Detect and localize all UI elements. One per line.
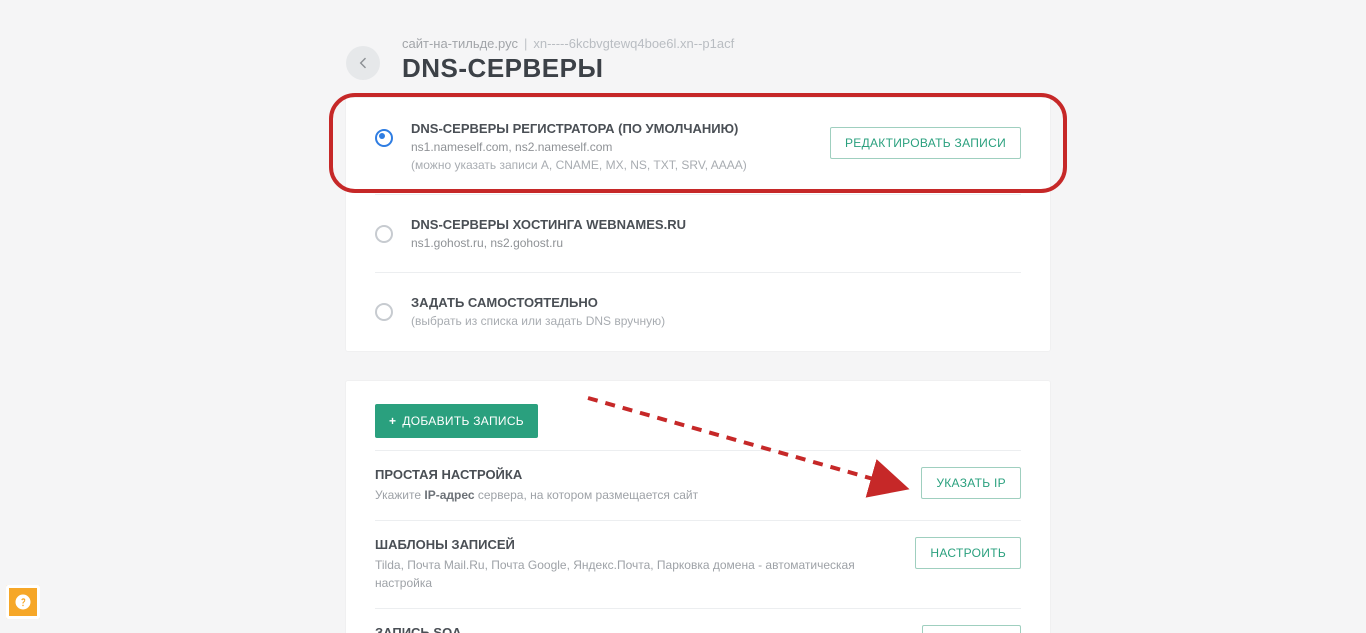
dns-option-body: ЗАДАТЬ САМОСТОЯТЕЛЬНО (выбрать из списка… bbox=[411, 295, 1021, 328]
records-list: ПРОСТАЯ НАСТРОЙКА Укажите IP-адрес серве… bbox=[375, 450, 1021, 633]
record-soa: ЗАПИСЬ SOA Обновить файл зоны без измене… bbox=[375, 608, 1021, 633]
text: сервера, на котором размещается сайт bbox=[475, 488, 699, 502]
domain-display: сайт-на-тильде.рус bbox=[402, 36, 518, 51]
record-body: ШАБЛОНЫ ЗАПИСЕЙ Tilda, Почта Mail.Ru, По… bbox=[375, 537, 897, 592]
dns-option-servers: ns1.nameself.com, ns2.nameself.com bbox=[411, 140, 812, 154]
dns-option-title: DNS-СЕРВЕРЫ РЕГИСТРАТОРА (ПО УМОЛЧАНИЮ) bbox=[411, 121, 812, 136]
radio-custom[interactable] bbox=[375, 303, 393, 321]
record-simple-setup: ПРОСТАЯ НАСТРОЙКА Укажите IP-адрес серве… bbox=[375, 450, 1021, 520]
configure-templates-button[interactable]: НАСТРОИТЬ bbox=[915, 537, 1021, 569]
record-body: ПРОСТАЯ НАСТРОЙКА Укажите IP-адрес серве… bbox=[375, 467, 903, 504]
dns-option-custom[interactable]: ЗАДАТЬ САМОСТОЯТЕЛЬНО (выбрать из списка… bbox=[375, 273, 1021, 350]
add-record-label: ДОБАВИТЬ ЗАПИСЬ bbox=[402, 414, 524, 428]
dns-option-servers: ns1.gohost.ru, ns2.gohost.ru bbox=[411, 236, 1021, 250]
back-button[interactable] bbox=[346, 46, 380, 80]
update-soa-button[interactable]: ОБНОВИТЬ bbox=[922, 625, 1021, 633]
record-title: ПРОСТАЯ НАСТРОЙКА bbox=[375, 467, 903, 482]
dns-servers-card: DNS-СЕРВЕРЫ РЕГИСТРАТОРА (ПО УМОЛЧАНИЮ) … bbox=[346, 98, 1050, 351]
dns-option-registrar[interactable]: DNS-СЕРВЕРЫ РЕГИСТРАТОРА (ПО УМОЛЧАНИЮ) … bbox=[375, 99, 1021, 195]
plus-icon: + bbox=[389, 414, 396, 428]
text: Укажите bbox=[375, 488, 424, 502]
help-widget-button[interactable] bbox=[6, 585, 40, 619]
dns-option-body: DNS-СЕРВЕРЫ РЕГИСТРАТОРА (ПО УМОЛЧАНИЮ) … bbox=[411, 121, 812, 172]
record-title: ЗАПИСЬ SOA bbox=[375, 625, 904, 633]
title-block: сайт-на-тильде.рус|xn-----6kcbvgtewq4boe… bbox=[402, 36, 1050, 84]
set-ip-button[interactable]: УКАЗАТЬ IP bbox=[921, 467, 1021, 499]
record-title: ШАБЛОНЫ ЗАПИСЕЙ bbox=[375, 537, 897, 552]
dns-option-hint: (можно указать записи A, CNAME, MX, NS, … bbox=[411, 158, 812, 172]
record-body: ЗАПИСЬ SOA Обновить файл зоны без измене… bbox=[375, 625, 904, 633]
dns-option-title: ЗАДАТЬ САМОСТОЯТЕЛЬНО bbox=[411, 295, 1021, 310]
main-content: сайт-на-тильде.рус|xn-----6kcbvgtewq4boe… bbox=[346, 36, 1050, 633]
page-header: сайт-на-тильде.рус|xn-----6kcbvgtewq4boe… bbox=[346, 36, 1050, 84]
edit-records-button[interactable]: РЕДАКТИРОВАТЬ ЗАПИСИ bbox=[830, 127, 1021, 159]
record-templates: ШАБЛОНЫ ЗАПИСЕЙ Tilda, Почта Mail.Ru, По… bbox=[375, 520, 1021, 608]
radio-hosting[interactable] bbox=[375, 225, 393, 243]
record-desc: Укажите IP-адрес сервера, на котором раз… bbox=[375, 486, 903, 504]
page-root: сайт-на-тильде.рус|xn-----6kcbvgtewq4boe… bbox=[0, 0, 1366, 633]
dns-option-hint: (выбрать из списка или задать DNS вручну… bbox=[411, 314, 1021, 328]
domain-punycode: xn-----6kcbvgtewq4boe6l.xn--p1acf bbox=[533, 36, 734, 51]
dns-option-hosting[interactable]: DNS-СЕРВЕРЫ ХОСТИНГА WEBNAMES.RU ns1.goh… bbox=[375, 195, 1021, 273]
text-bold: IP-адрес bbox=[424, 488, 474, 502]
domain-line: сайт-на-тильде.рус|xn-----6kcbvgtewq4boe… bbox=[402, 36, 1050, 51]
separator: | bbox=[518, 36, 533, 51]
page-title: DNS-СЕРВЕРЫ bbox=[402, 53, 1050, 84]
dns-option-title: DNS-СЕРВЕРЫ ХОСТИНГА WEBNAMES.RU bbox=[411, 217, 1021, 232]
radio-registrar[interactable] bbox=[375, 129, 393, 147]
help-icon bbox=[14, 593, 32, 611]
dns-option-body: DNS-СЕРВЕРЫ ХОСТИНГА WEBNAMES.RU ns1.goh… bbox=[411, 217, 1021, 250]
dns-records-card: + ДОБАВИТЬ ЗАПИСЬ ПРОСТАЯ НАСТРОЙКА Укаж… bbox=[346, 381, 1050, 633]
record-desc: Tilda, Почта Mail.Ru, Почта Google, Янде… bbox=[375, 556, 897, 592]
arrow-left-icon bbox=[355, 55, 371, 71]
add-record-button[interactable]: + ДОБАВИТЬ ЗАПИСЬ bbox=[375, 404, 538, 438]
